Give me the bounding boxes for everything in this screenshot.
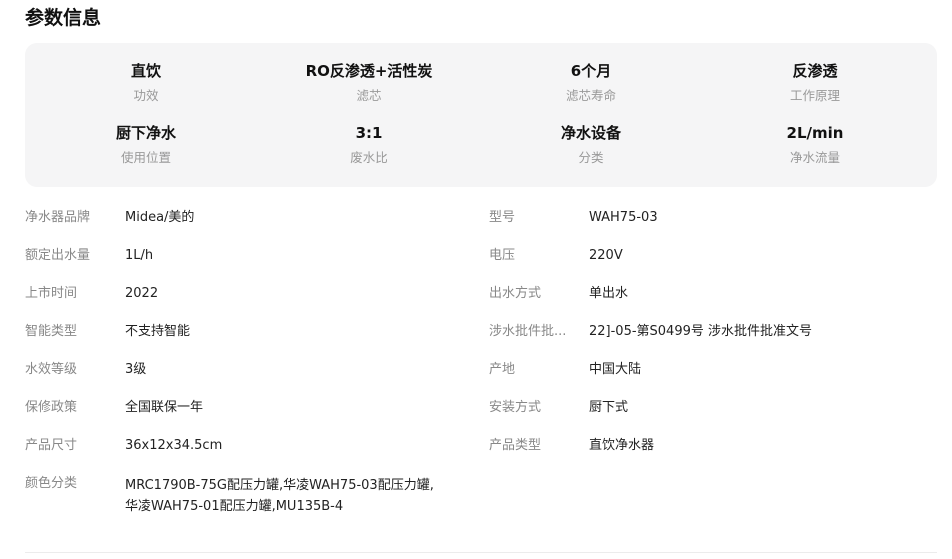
spec-label: 产地 (489, 362, 516, 377)
highlight-flow-rate: 2L/min 净水流量 (701, 123, 929, 166)
highlight-card: 直饮 功效 RO反渗透+活性炭 滤芯 6个月 滤芯寿命 反渗透 工作原理 厨下净… (25, 43, 937, 187)
spec-value: 22]-05-第S0499号 涉水批件批准文号 (589, 324, 813, 339)
spec-label: 净水器品牌 (25, 210, 91, 225)
spec-value: 2022 (125, 286, 159, 301)
highlight-value: 3:1 (355, 124, 383, 142)
highlight-label: 工作原理 (789, 88, 840, 103)
section-title: 参数信息 (25, 7, 102, 29)
spec-label: 颜色分类 (25, 476, 78, 491)
spec-value: 36x12x34.5cm (125, 438, 223, 453)
spec-value: 厨下式 (589, 400, 629, 415)
spec-value: WAH75-03 (589, 210, 658, 225)
spec-value: 220V (589, 248, 623, 263)
spec-label: 安装方式 (489, 400, 542, 415)
spec-label: 产品类型 (489, 438, 542, 453)
spec-value: 直饮净水器 (589, 438, 655, 453)
spec-label: 上市时间 (25, 286, 78, 301)
spec-value: 全国联保一年 (125, 400, 204, 415)
highlight-waste-ratio: 3:1 废水比 (255, 123, 483, 166)
spec-label: 保修政策 (25, 400, 78, 415)
highlight-label: 废水比 (350, 150, 388, 165)
spec-value: 单出水 (589, 286, 629, 301)
highlight-value: 直饮 (130, 62, 161, 80)
spec-value: 中国大陆 (589, 362, 642, 377)
spec-label: 水效等级 (25, 362, 78, 377)
highlight-value: 反渗透 (792, 62, 838, 80)
highlight-category: 净水设备 分类 (477, 123, 705, 166)
spec-value: 3级 (125, 362, 147, 377)
bottom-divider (25, 552, 937, 553)
highlight-label: 分类 (578, 150, 604, 165)
spec-value: 不支持智能 (125, 324, 191, 339)
highlight-label: 净水流量 (789, 150, 840, 165)
highlight-value: 2L/min (786, 124, 844, 142)
spec-value: 1L/h (125, 248, 154, 263)
spec-label: 电压 (489, 248, 516, 263)
highlight-label: 滤芯 (356, 88, 382, 103)
highlight-principle: 反渗透 工作原理 (701, 61, 929, 104)
spec-label: 产品尺寸 (25, 438, 78, 453)
highlight-value: RO反渗透+活性炭 (305, 62, 433, 80)
highlight-label: 使用位置 (120, 150, 171, 165)
highlight-filter: RO反渗透+活性炭 滤芯 (255, 61, 483, 104)
spec-label: 出水方式 (489, 286, 542, 301)
spec-label: 智能类型 (25, 324, 78, 339)
spec-label: 涉水批件批... (489, 324, 567, 339)
highlight-value: 6个月 (570, 62, 612, 80)
highlight-label: 功效 (133, 88, 159, 103)
spec-value: MRC1790B-75G配压力罐,华凌WAH75-03配压力罐,华凌WAH75-… (125, 478, 434, 514)
highlight-label: 滤芯寿命 (565, 88, 616, 103)
highlight-location: 厨下净水 使用位置 (32, 123, 260, 166)
spec-row: 颜色分类 MRC1790B-75G配压力罐,华凌WAH75-03配压力罐,华凌W… (25, 475, 455, 519)
spec-label: 型号 (489, 210, 516, 225)
highlight-effect: 直饮 功效 (32, 61, 260, 104)
spec-label: 额定出水量 (25, 248, 91, 263)
highlight-value: 净水设备 (560, 124, 621, 142)
spec-value: Midea/美的 (125, 210, 195, 225)
highlight-filter-life: 6个月 滤芯寿命 (477, 61, 705, 104)
highlight-value: 厨下净水 (115, 124, 176, 142)
